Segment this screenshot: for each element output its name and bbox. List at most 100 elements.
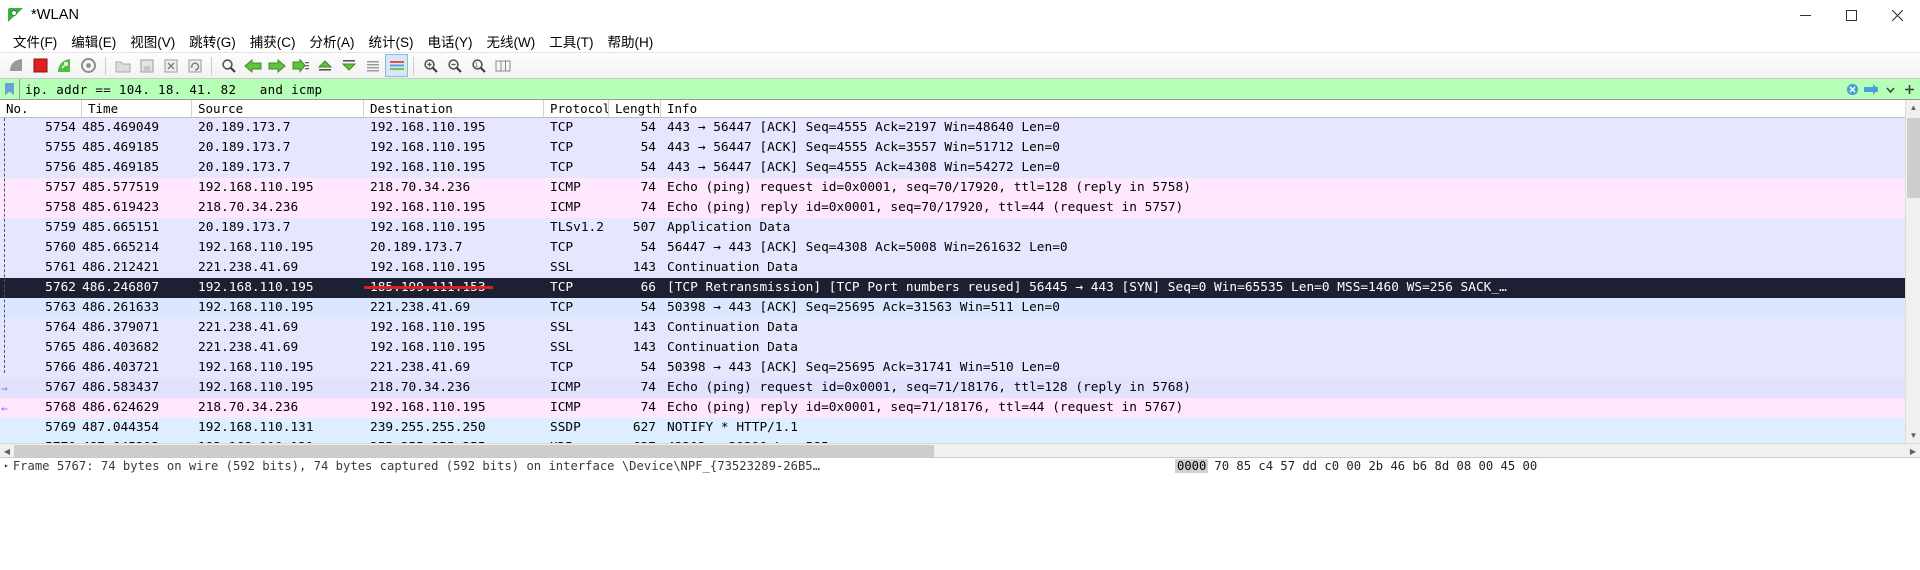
table-row[interactable]: 5755 485.469185 20.189.173.7 192.168.110.19… [0, 138, 1920, 158]
display-filter-input[interactable] [20, 79, 1844, 99]
go-back-icon[interactable] [241, 54, 264, 77]
table-row[interactable]: 5762486.246807192.168.110.195185.199.111… [0, 278, 1920, 298]
column-header-protocol[interactable]: Protocol [544, 100, 609, 118]
hex-bytes: 70 85 c4 57 dd c0 00 2b 46 b6 8d 08 00 4… [1214, 459, 1538, 473]
column-header-no[interactable]: No. [0, 100, 82, 118]
maximize-button[interactable] [1828, 0, 1874, 30]
save-file-icon[interactable] [135, 54, 158, 77]
reload-file-icon[interactable] [183, 54, 206, 77]
table-row[interactable]: 5769 487.044354 192.168.110.131 239.255.255… [0, 418, 1920, 438]
cell-time: 485.469185 [82, 140, 160, 155]
cell-src: 20.189.173.7 [198, 140, 291, 155]
apply-filter-icon[interactable] [1863, 81, 1879, 97]
colorize-icon[interactable] [385, 54, 408, 77]
hscrollbar-thumb[interactable] [14, 445, 934, 457]
packet-detail-frame-line[interactable]: Frame 5767: 74 bytes on wire (592 bits),… [13, 459, 820, 473]
go-first-packet-icon[interactable] [313, 54, 336, 77]
scrollbar-thumb[interactable] [1907, 118, 1920, 198]
cell-no: 5767 [45, 380, 76, 395]
cell-time: 485.469185 [82, 160, 160, 175]
cell-src: 20.189.173.7 [198, 160, 291, 175]
stop-capture-icon[interactable] [29, 54, 52, 77]
bookmark-icon[interactable] [0, 79, 20, 99]
go-forward-icon[interactable] [265, 54, 288, 77]
table-row[interactable]: 5759 485.665151 20.189.173.7 192.168.110.19… [0, 218, 1920, 238]
filter-expression-icon[interactable] [1882, 81, 1898, 97]
table-row[interactable]: 5758 485.619423 218.70.34.236 192.168.110.1… [0, 198, 1920, 218]
start-capture-icon[interactable] [5, 54, 28, 77]
table-row[interactable]: → 5767 486.583437 192.168.110.195 218.70.34.… [0, 378, 1920, 398]
menu-go[interactable]: 跳转(G) [182, 29, 243, 53]
menu-analyze[interactable]: 分析(A) [303, 29, 362, 53]
cell-proto: TCP [550, 160, 574, 175]
cell-no: 5768 [45, 400, 76, 415]
table-row[interactable]: 5764 486.379071 221.238.41.69 192.168.110.1… [0, 318, 1920, 338]
expand-triangle-icon[interactable]: ▸ [4, 461, 9, 470]
menu-edit[interactable]: 编辑(E) [64, 29, 123, 53]
table-row[interactable]: 5760 485.665214 192.168.110.195 20.189.173.… [0, 238, 1920, 258]
column-header-source[interactable]: Source [192, 100, 364, 118]
column-header-info[interactable]: Info [661, 100, 1920, 118]
go-to-packet-icon[interactable] [289, 54, 312, 77]
close-file-icon[interactable] [159, 54, 182, 77]
cell-time: 486.261633 [82, 300, 160, 315]
restart-capture-icon[interactable] [53, 54, 76, 77]
menu-view[interactable]: 视图(V) [123, 29, 182, 53]
menu-tools[interactable]: 工具(T) [542, 29, 600, 53]
title-bar: *WLAN [0, 0, 1920, 30]
cell-no: 5756 [45, 160, 76, 175]
zoom-out-icon[interactable] [443, 54, 466, 77]
table-row[interactable]: 5766 486.403721 192.168.110.195 221.238.41.… [0, 358, 1920, 378]
cell-len: 507 [632, 220, 656, 235]
table-row[interactable]: 5765 486.403682 221.238.41.69 192.168.110.1… [0, 338, 1920, 358]
column-header-time[interactable]: Time [82, 100, 192, 118]
cell-dst: 221.238.41.69 [370, 360, 471, 375]
menu-capture[interactable]: 捕获(C) [243, 29, 303, 53]
menu-file[interactable]: 文件(F) [6, 29, 64, 53]
table-row[interactable]: 5754 485.469049 20.189.173.7 192.168.110.19… [0, 118, 1920, 138]
zoom-in-icon[interactable] [419, 54, 442, 77]
cell-no: 5766 [45, 360, 76, 375]
cell-proto: TCP [550, 300, 574, 315]
menu-bar: 文件(F) 编辑(E) 视图(V) 跳转(G) 捕获(C) 分析(A) 统计(S) 电话(Y)… [0, 30, 1920, 52]
cell-src: 20.189.173.7 [198, 220, 291, 235]
table-row[interactable]: 5761 486.212421 221.238.41.69 192.168.110.1… [0, 258, 1920, 278]
cell-len: 74 [640, 180, 656, 195]
column-header-length[interactable]: Length [609, 100, 661, 118]
menu-telephony[interactable]: 电话(Y) [421, 29, 480, 53]
menu-statistics[interactable]: 统计(S) [362, 29, 421, 53]
table-row[interactable]: 5756 485.469185 20.189.173.7 192.168.110.19… [0, 158, 1920, 178]
scroll-right-arrow[interactable]: ▶ [1906, 444, 1920, 458]
cell-proto: SSDP [550, 420, 581, 435]
zoom-reset-icon[interactable]: 1 [467, 54, 490, 77]
find-packet-icon[interactable] [217, 54, 240, 77]
scroll-left-arrow[interactable]: ◀ [0, 444, 14, 458]
menu-help[interactable]: 帮助(H) [600, 29, 660, 53]
cell-time: 485.469049 [82, 120, 160, 135]
minimize-button[interactable] [1782, 0, 1828, 30]
scroll-down-arrow[interactable]: ▼ [1906, 428, 1920, 443]
add-filter-button-icon[interactable] [1901, 81, 1917, 97]
cell-dst: 239.255.255.250 [370, 420, 486, 435]
capture-options-icon[interactable] [77, 54, 100, 77]
cell-len: 66 [640, 280, 656, 295]
clear-filter-icon[interactable] [1844, 81, 1860, 97]
close-button[interactable] [1874, 0, 1920, 30]
table-row[interactable]: 5763 486.261633 192.168.110.195 221.238.41.… [0, 298, 1920, 318]
packet-list-horizontal-scrollbar[interactable]: ◀ ▶ [0, 443, 1920, 457]
menu-wireless[interactable]: 无线(W) [480, 29, 543, 53]
packet-list-vertical-scrollbar[interactable]: ▲ ▼ [1905, 100, 1920, 443]
table-row[interactable]: 5757 485.577519 192.168.110.195 218.70.34.2… [0, 178, 1920, 198]
go-last-packet-icon[interactable] [337, 54, 360, 77]
open-file-icon[interactable] [111, 54, 134, 77]
cell-info: Continuation Data [667, 260, 798, 275]
table-row[interactable]: ← 5768 486.624629 218.70.34.236 192.168.110.… [0, 398, 1920, 418]
auto-scroll-icon[interactable] [361, 54, 384, 77]
cell-src: 221.238.41.69 [198, 340, 299, 355]
cell-dst: 218.70.34.236 [370, 380, 471, 395]
scroll-up-arrow[interactable]: ▲ [1906, 100, 1920, 115]
column-header-destination[interactable]: Destination [364, 100, 544, 118]
cell-len: 54 [640, 140, 656, 155]
cell-no: 5760 [45, 240, 76, 255]
resize-columns-icon[interactable] [491, 54, 514, 77]
